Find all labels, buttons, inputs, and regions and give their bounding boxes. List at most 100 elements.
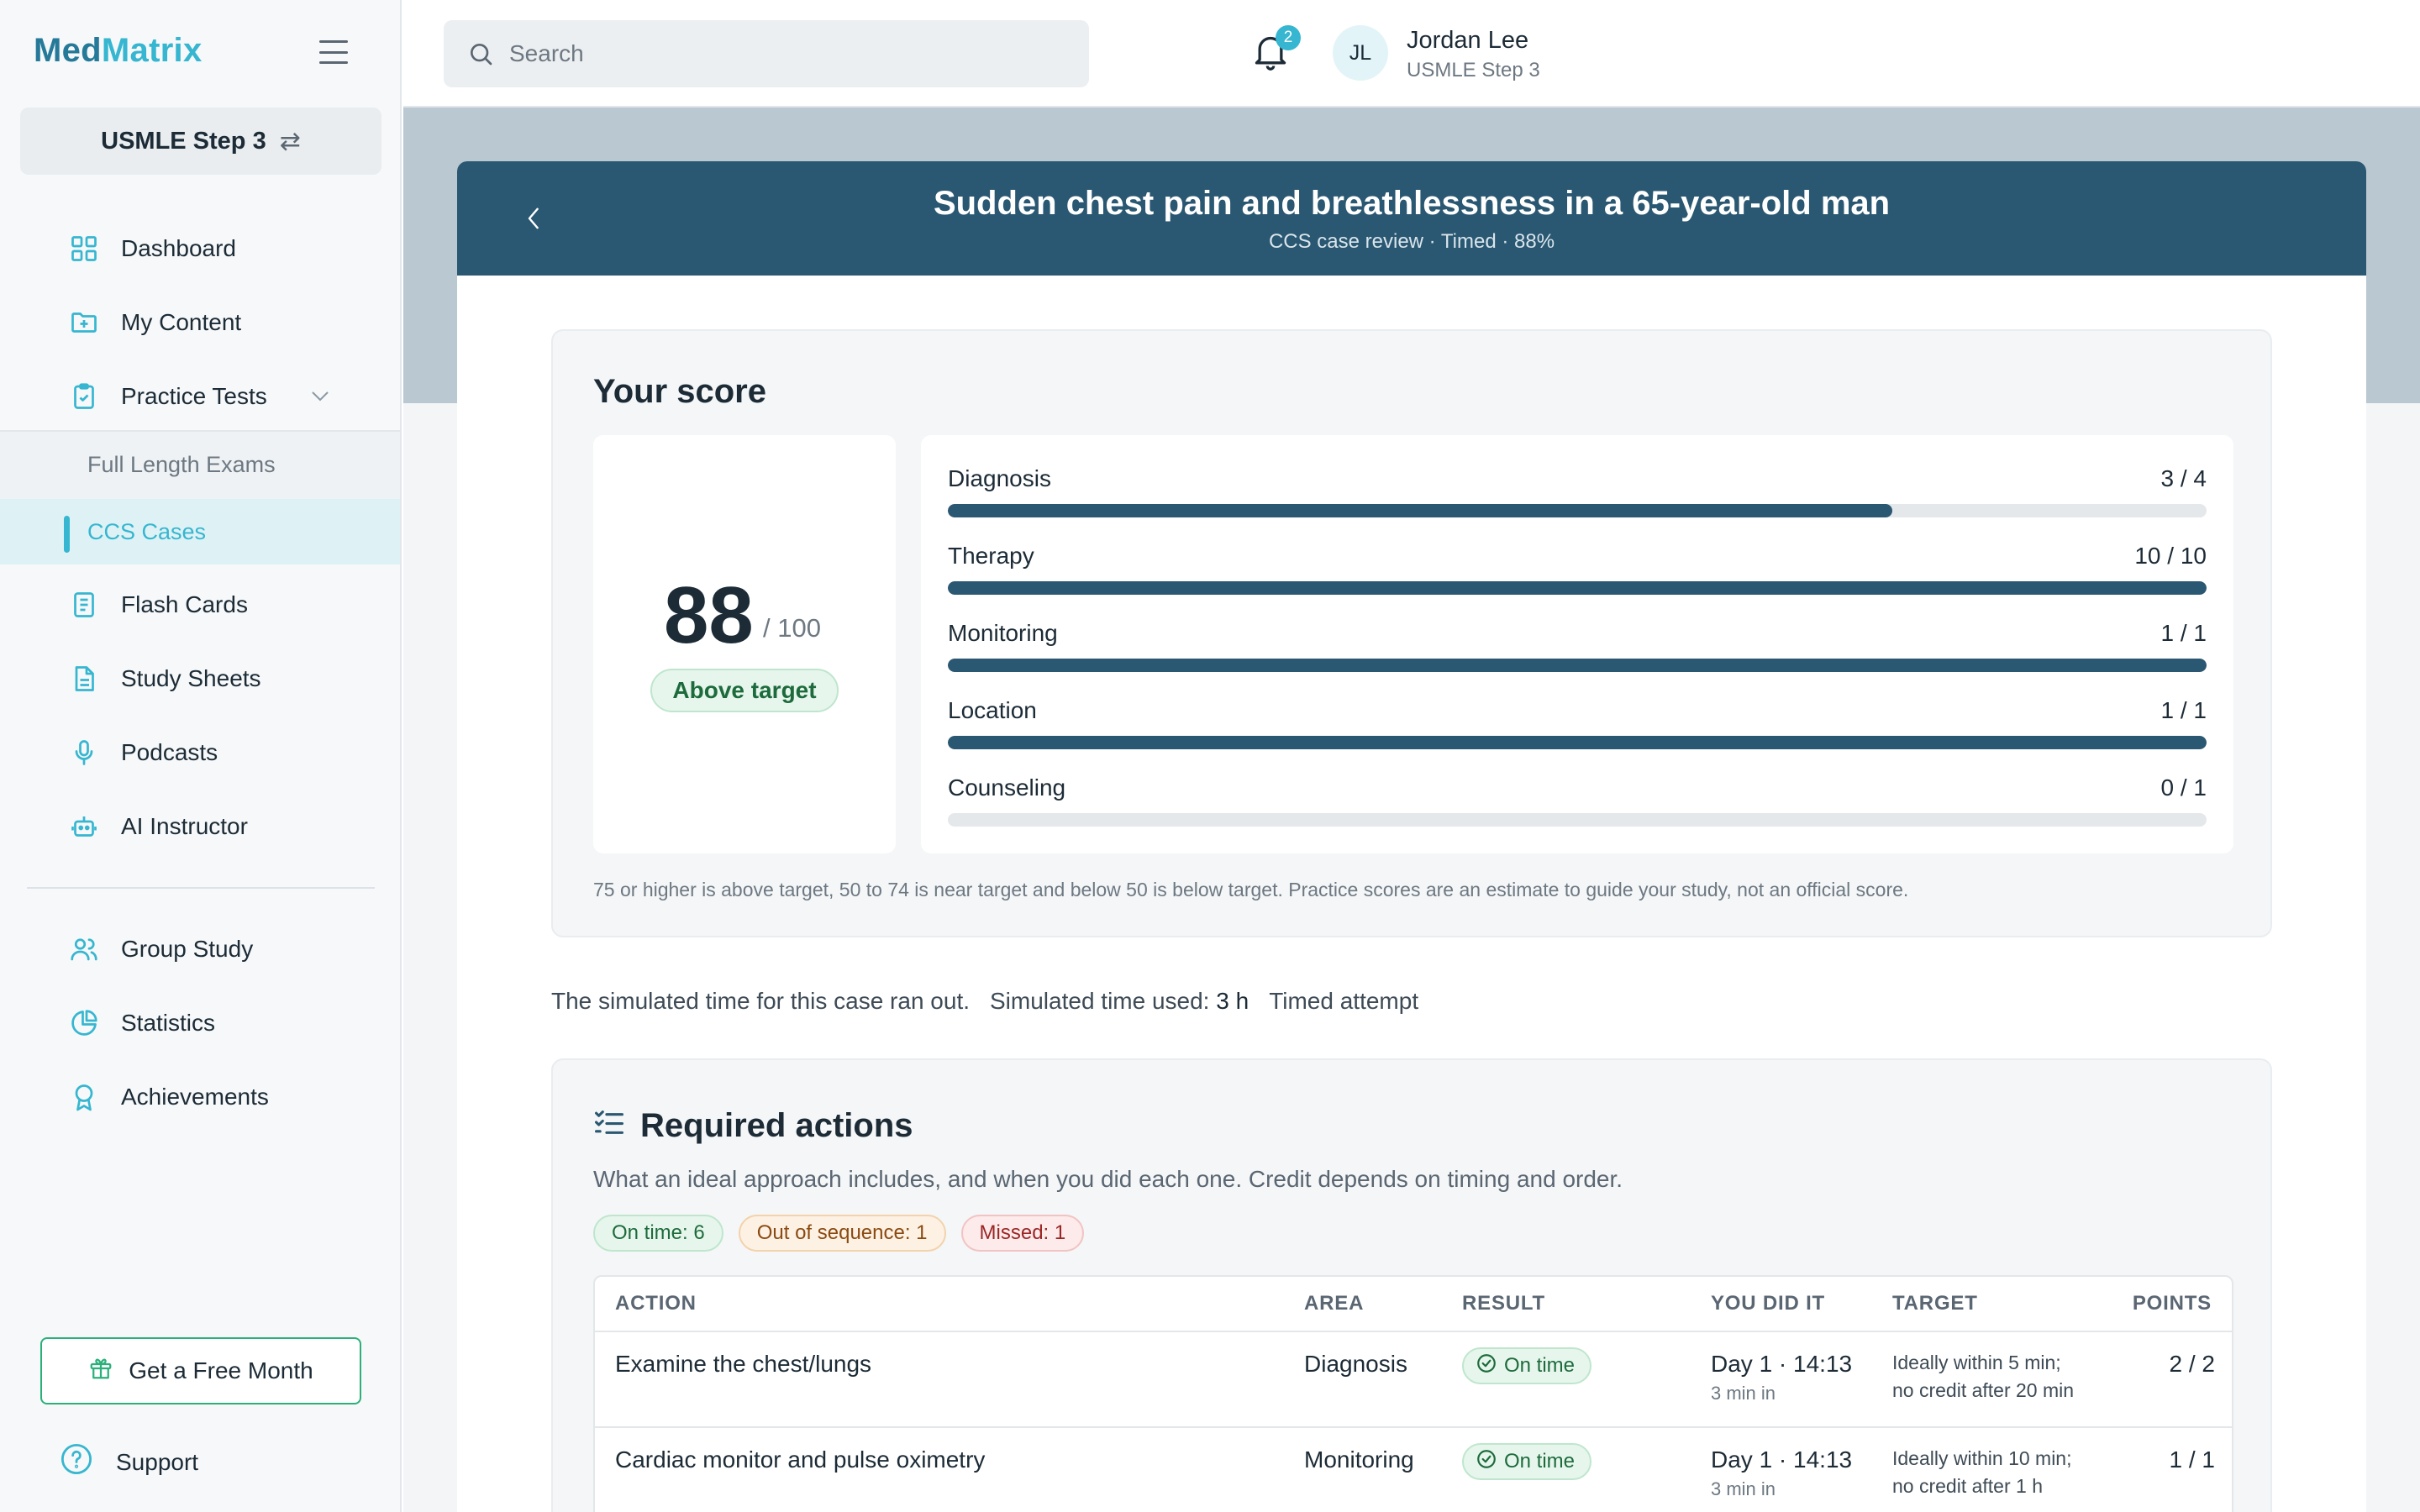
missed-chip[interactable]: Missed: 1 (960, 1215, 1085, 1252)
simulated-time-label: Simulated time used: (990, 988, 1210, 1014)
progress-track (948, 813, 2207, 827)
support-link[interactable]: Support (59, 1441, 198, 1483)
search-input[interactable] (509, 20, 1064, 87)
exam-switcher-label: USMLE Step 3 (101, 127, 266, 155)
book-icon (67, 588, 101, 622)
progress-fill (948, 581, 2207, 595)
score-note: 75 or higher is above target, 50 to 74 i… (593, 879, 1909, 900)
sidebar-item-label: Flash Cards (121, 591, 248, 617)
grid-icon (67, 232, 101, 265)
clipboard-check-icon (67, 380, 101, 413)
area-cell: Diagnosis (1304, 1351, 1407, 1377)
progress-track (948, 659, 2207, 672)
simulated-time: Simulated time used: 3 h (990, 988, 1249, 1015)
sidebar-item-label: Achievements (121, 1084, 269, 1110)
microphone-icon (67, 736, 101, 769)
brand-logo[interactable]: MedMatrix (34, 32, 203, 70)
check-circle-icon (1476, 1448, 1497, 1476)
support-label: Support (116, 1448, 199, 1475)
avatar[interactable]: JL (1333, 25, 1388, 81)
free-month-button[interactable]: Get a Free Month (40, 1337, 361, 1404)
sidebar-item-label: Group Study (121, 936, 254, 962)
notifications-button[interactable]: 2 (1252, 25, 1301, 74)
sidebar-item-study-sheets[interactable]: Study Sheets (0, 645, 402, 712)
menu-icon[interactable] (319, 40, 348, 64)
table-row[interactable]: Examine the chest/lungs Diagnosis On tim… (595, 1332, 2232, 1428)
on-time-chip[interactable]: On time: 6 (593, 1215, 723, 1252)
target-line: Ideally within 10 min; (1892, 1447, 2072, 1469)
category-breakdown: Diagnosis 3 / 4 Therapy 10 / 10 Monitori… (921, 435, 2233, 853)
search-box (444, 20, 1089, 87)
sidebar-item-dashboard[interactable]: Dashboard (0, 215, 402, 282)
category-name: Counseling (948, 774, 1066, 801)
progress-track (948, 504, 2207, 517)
points-cell: 2 / 2 (2169, 1351, 2215, 1377)
column-header-you-did-it: YOU DID IT (1711, 1292, 1826, 1315)
users-icon (67, 932, 101, 966)
exam-switcher-button[interactable]: USMLE Step 3 ⇄ (20, 108, 381, 175)
out-of-sequence-chip[interactable]: Out of sequence: 1 (738, 1215, 946, 1252)
total-score-value: 88 (664, 570, 754, 660)
simulated-time-value: 3 h (1216, 988, 1249, 1014)
user-name[interactable]: Jordan Lee (1407, 27, 1528, 55)
table-row[interactable]: Cardiac monitor and pulse oximetry Monit… (595, 1428, 2232, 1512)
category-row: Diagnosis 3 / 4 (948, 465, 2207, 543)
sidebar: MedMatrix USMLE Step 3 ⇄ Dashboard My Co… (0, 0, 402, 1512)
category-score: 0 / 1 (2160, 774, 2207, 801)
case-review-panel: Sudden chest pain and breathlessness in … (457, 161, 2366, 1512)
attempt-mode: Timed attempt (1269, 988, 1419, 1014)
sidebar-item-label: AI Instructor (121, 813, 248, 839)
points-cell: 1 / 1 (2169, 1446, 2215, 1473)
score-card: Your score 88 / 100 Above target Diagnos… (551, 329, 2272, 937)
action-cell: Examine the chest/lungs (615, 1351, 872, 1377)
column-header-points: POINTS (2132, 1292, 2212, 1315)
sidebar-item-flash-cards[interactable]: Flash Cards (0, 571, 402, 638)
target-line: no credit after 20 min (1892, 1379, 2075, 1401)
simulation-status: The simulated time for this case ran out… (551, 988, 1418, 1015)
pie-chart-icon (67, 1006, 101, 1040)
progress-track (948, 581, 2207, 595)
sidebar-item-podcasts[interactable]: Podcasts (0, 719, 402, 786)
target-cell: Ideally within 5 min; no credit after 20 … (1892, 1349, 2074, 1404)
sidebar-item-label: Study Sheets (121, 665, 261, 691)
required-actions-heading: Required actions (593, 1107, 913, 1145)
progress-track (948, 736, 2207, 749)
simulation-message: The simulated time for this case ran out… (551, 988, 970, 1014)
sidebar-subitem-ccs-cases[interactable]: CCS Cases (0, 499, 400, 564)
sidebar-item-label: Practice Tests (121, 383, 267, 409)
elapsed-cell: 3 min in (1711, 1478, 1776, 1499)
required-actions-card: Required actions What an ideal approach … (551, 1058, 2272, 1512)
required-actions-description: What an ideal approach includes, and whe… (593, 1166, 1623, 1192)
required-actions-table: ACTION AREA RESULT YOU DID IT TARGET POI… (593, 1275, 2233, 1512)
sidebar-item-my-content[interactable]: My Content (0, 289, 402, 356)
checklist-icon (593, 1107, 625, 1145)
notification-count-badge: 2 (1276, 25, 1301, 50)
action-cell: Cardiac monitor and pulse oximetry (615, 1446, 986, 1473)
case-title: Sudden chest pain and breathlessness in … (933, 185, 1891, 222)
sidebar-item-practice-tests[interactable]: Practice Tests (0, 363, 402, 430)
progress-fill (948, 736, 2207, 749)
folder-plus-icon (67, 306, 101, 339)
when-cell: Day 1 · 14:13 (1711, 1446, 1853, 1473)
gift-icon (88, 1356, 113, 1387)
category-score: 10 / 10 (2134, 543, 2207, 569)
result-chip: On time (1462, 1347, 1592, 1384)
sidebar-item-statistics[interactable]: Statistics (0, 990, 402, 1057)
category-name: Location (948, 697, 1037, 723)
check-circle-icon (1476, 1352, 1497, 1380)
target-line: Ideally within 5 min; (1892, 1352, 2061, 1373)
help-circle-icon (59, 1441, 94, 1483)
elapsed-cell: 3 min in (1711, 1383, 1776, 1404)
swap-arrows-icon: ⇄ (279, 127, 301, 155)
sidebar-subitem-full-length-exams[interactable]: Full Length Exams (0, 432, 400, 497)
when-cell: Day 1 · 14:13 (1711, 1351, 1853, 1377)
sidebar-item-group-study[interactable]: Group Study (0, 916, 402, 983)
chevron-down-icon[interactable] (311, 386, 329, 407)
sidebar-item-ai-instructor[interactable]: AI Instructor (0, 793, 402, 860)
case-header: Sudden chest pain and breathlessness in … (457, 161, 2366, 276)
result-chip: On time (1462, 1443, 1592, 1480)
sidebar-item-achievements[interactable]: Achievements (0, 1063, 402, 1131)
score-heading: Your score (593, 373, 766, 410)
sidebar-item-label: My Content (121, 309, 242, 335)
category-name: Monitoring (948, 620, 1058, 646)
